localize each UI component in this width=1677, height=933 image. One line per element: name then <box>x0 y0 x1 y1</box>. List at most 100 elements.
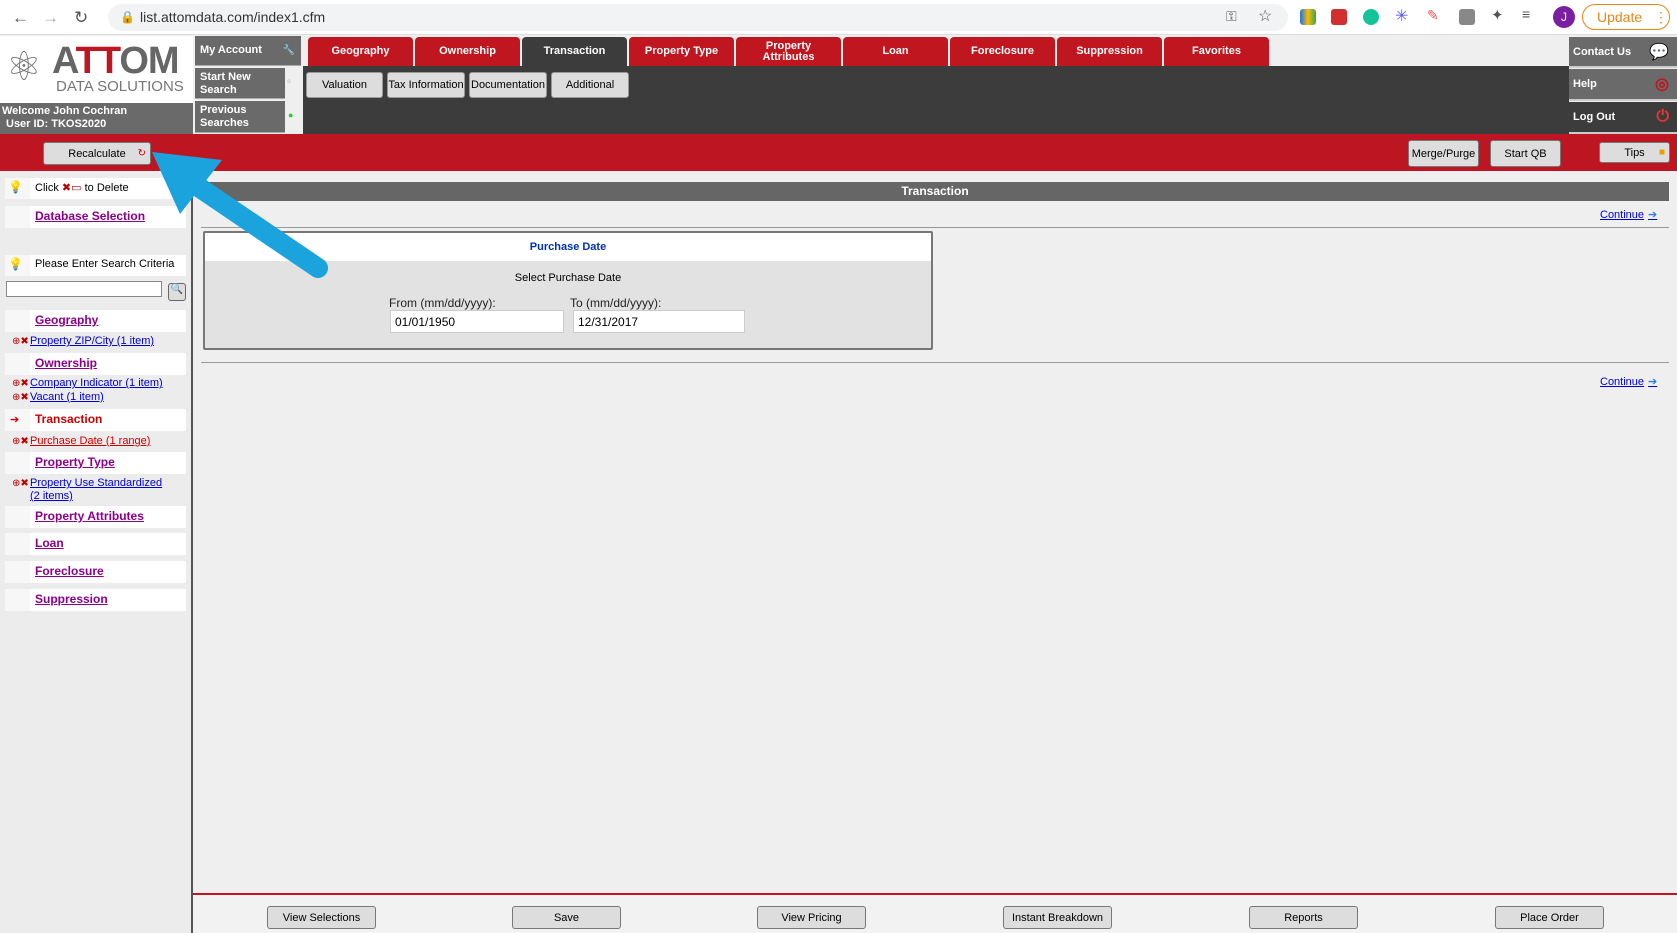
update-button[interactable]: Update ⋮ <box>1582 4 1670 30</box>
to-date-input[interactable]: 12/31/2017 <box>573 310 745 333</box>
property-type-link[interactable]: Property Type <box>35 455 115 469</box>
contact-us-label: Contact Us <box>1573 45 1632 58</box>
view-pricing-button[interactable]: View Pricing <box>757 906 866 929</box>
view-selections-button[interactable]: View Selections <box>267 906 376 929</box>
divider <box>201 362 1669 363</box>
continue-link[interactable]: Continue ➔ <box>1600 208 1657 221</box>
place-order-button[interactable]: Place Order <box>1495 906 1604 929</box>
sidebar-item-suppression[interactable]: Suppression <box>5 589 186 611</box>
criteria-link[interactable]: Property Use Standardized (2 items) <box>30 477 170 503</box>
help-button[interactable]: Help ◎ <box>1569 69 1677 101</box>
attom-logo[interactable]: ⚛ ATTOM DATA SOLUTIONS <box>0 36 193 103</box>
delete-icon[interactable]: ⊕✖ <box>12 477 29 490</box>
tab-suppression[interactable]: Suppression <box>1057 37 1162 66</box>
forward-icon[interactable]: → <box>42 8 59 28</box>
reload-icon[interactable]: ↻ <box>74 8 88 28</box>
drive-extension-icon[interactable] <box>1300 9 1316 25</box>
tips-label: Tips <box>1624 146 1645 159</box>
sidebar-item-ownership[interactable]: Ownership <box>5 353 186 375</box>
puzzle-extensions-icon[interactable]: ✦ <box>1491 6 1507 24</box>
tab-property-attributes[interactable]: Property Attributes <box>736 37 841 66</box>
my-account-button[interactable]: My Account 🔧 <box>195 36 301 66</box>
panel-subtitle: Select Purchase Date <box>514 272 622 284</box>
tab-property-type[interactable]: Property Type <box>629 37 734 66</box>
star-icon[interactable]: ☆ <box>1258 6 1272 26</box>
tab-favorites[interactable]: Favorites <box>1164 37 1269 66</box>
user-id: User ID: TKOS2020 <box>6 118 107 130</box>
delete-icon[interactable]: ⊕✖ <box>12 335 29 348</box>
criteria-link[interactable]: Property ZIP/City (1 item) <box>30 335 154 348</box>
criteria-search-input[interactable] <box>6 281 162 297</box>
merge-purge-button[interactable]: Merge/Purge <box>1408 140 1479 167</box>
hint-text: to Delete <box>84 182 129 194</box>
continue-label: Continue <box>1600 376 1645 388</box>
key-icon[interactable]: ⚿ <box>1226 8 1237 25</box>
from-date-input[interactable]: 01/01/1950 <box>390 310 564 333</box>
subtab-tax-information[interactable]: Tax Information <box>387 72 465 98</box>
chat-bubbles-icon: 💬 <box>1649 43 1669 61</box>
tab-transaction[interactable]: Transaction <box>522 37 627 66</box>
delete-icon[interactable]: ⊕✖ <box>12 377 29 390</box>
continue-link[interactable]: Continue ➔ <box>1600 375 1657 388</box>
delete-icon[interactable]: ⊕✖ <box>12 391 29 404</box>
media-icon[interactable]: ≡ <box>1522 6 1538 22</box>
bottom-action-bar: View Selections Save View Pricing Instan… <box>193 893 1677 933</box>
enter-criteria-hint: Please Enter Search Criteria <box>5 255 186 276</box>
reports-button[interactable]: Reports <box>1249 906 1358 929</box>
sidebar-item-property-attributes[interactable]: Property Attributes <box>5 506 186 528</box>
sidebar-item-foreclosure[interactable]: Foreclosure <box>5 561 186 583</box>
foreclosure-link[interactable]: Foreclosure <box>35 564 104 578</box>
fb-extension-icon[interactable] <box>1459 9 1475 25</box>
tab-loan[interactable]: Loan <box>843 37 948 66</box>
delete-icon: ✖▭ <box>61 182 82 194</box>
criteria-item: ⊕✖ Vacant (1 item) <box>12 391 104 404</box>
tips-button[interactable]: Tips ■ <box>1599 142 1670 163</box>
geography-link[interactable]: Geography <box>35 313 98 327</box>
database-selection-row[interactable]: Database Selection <box>5 206 186 228</box>
database-selection-link[interactable]: Database Selection <box>35 209 145 223</box>
profile-avatar[interactable]: J <box>1553 6 1575 28</box>
recalculate-button[interactable]: Recalculate ↻ <box>43 142 151 165</box>
sidebar-item-loan[interactable]: Loan <box>5 533 186 555</box>
start-new-search-button[interactable]: Start New Search <box>195 68 285 99</box>
snowflake-extension-icon[interactable]: ✳ <box>1395 6 1411 25</box>
tab-ownership[interactable]: Ownership <box>415 37 520 66</box>
criteria-link[interactable]: Company Indicator (1 item) <box>30 377 163 390</box>
log-out-button[interactable]: Log Out ⏻ <box>1569 102 1677 134</box>
sidebar-item-geography[interactable]: Geography <box>5 310 186 332</box>
delete-hint: Click ✖▭ to Delete <box>5 178 186 199</box>
address-bar[interactable]: 🔒 list.attomdata.com/index1.cfm ⚿ ☆ <box>108 4 1288 31</box>
welcome-box: Welcome John Cochran User ID: TKOS2020 <box>0 103 193 134</box>
back-icon[interactable]: ← <box>12 8 29 28</box>
criteria-link[interactable]: Purchase Date (1 range) <box>30 435 150 448</box>
previous-searches-button[interactable]: Previous Searches <box>195 101 285 133</box>
subtab-additional[interactable]: Additional <box>551 72 629 98</box>
property-attributes-link[interactable]: Property Attributes <box>35 509 144 523</box>
transaction-link[interactable]: Transaction <box>35 412 102 426</box>
save-button[interactable]: Save <box>512 906 621 929</box>
grammarly-extension-icon[interactable] <box>1363 9 1379 25</box>
atom-logo-icon: ⚛ <box>6 45 42 89</box>
start-qb-button[interactable]: Start QB <box>1490 140 1561 167</box>
arrow-right-icon: ➔ <box>1648 209 1658 221</box>
subtab-documentation[interactable]: Documentation <box>469 72 547 98</box>
logo-tagline: DATA SOLUTIONS <box>56 78 184 95</box>
tab-foreclosure[interactable]: Foreclosure <box>950 37 1055 66</box>
subtab-valuation[interactable]: Valuation <box>306 72 383 98</box>
sidebar-item-property-type[interactable]: Property Type <box>5 452 186 474</box>
tab-geography[interactable]: Geography <box>308 37 413 66</box>
loan-link[interactable]: Loan <box>35 536 64 550</box>
sidebar-item-transaction[interactable]: Transaction <box>5 409 186 431</box>
lastpass-extension-icon[interactable] <box>1331 9 1347 25</box>
suppression-link[interactable]: Suppression <box>35 592 108 606</box>
delete-icon[interactable]: ⊕✖ <box>12 435 29 448</box>
pen-extension-icon[interactable]: ✎ <box>1427 7 1443 23</box>
contact-us-button[interactable]: Contact Us 💬 <box>1569 37 1677 68</box>
criteria-item: ⊕✖ Property ZIP/City (1 item) <box>12 335 154 348</box>
instant-breakdown-button[interactable]: Instant Breakdown <box>1003 906 1112 929</box>
search-button[interactable]: 🔍 <box>168 283 186 301</box>
help-label: Help <box>1573 78 1597 90</box>
criteria-link[interactable]: Vacant (1 item) <box>30 391 104 404</box>
url-text[interactable]: list.attomdata.com/index1.cfm <box>140 9 325 25</box>
ownership-link[interactable]: Ownership <box>35 356 97 370</box>
